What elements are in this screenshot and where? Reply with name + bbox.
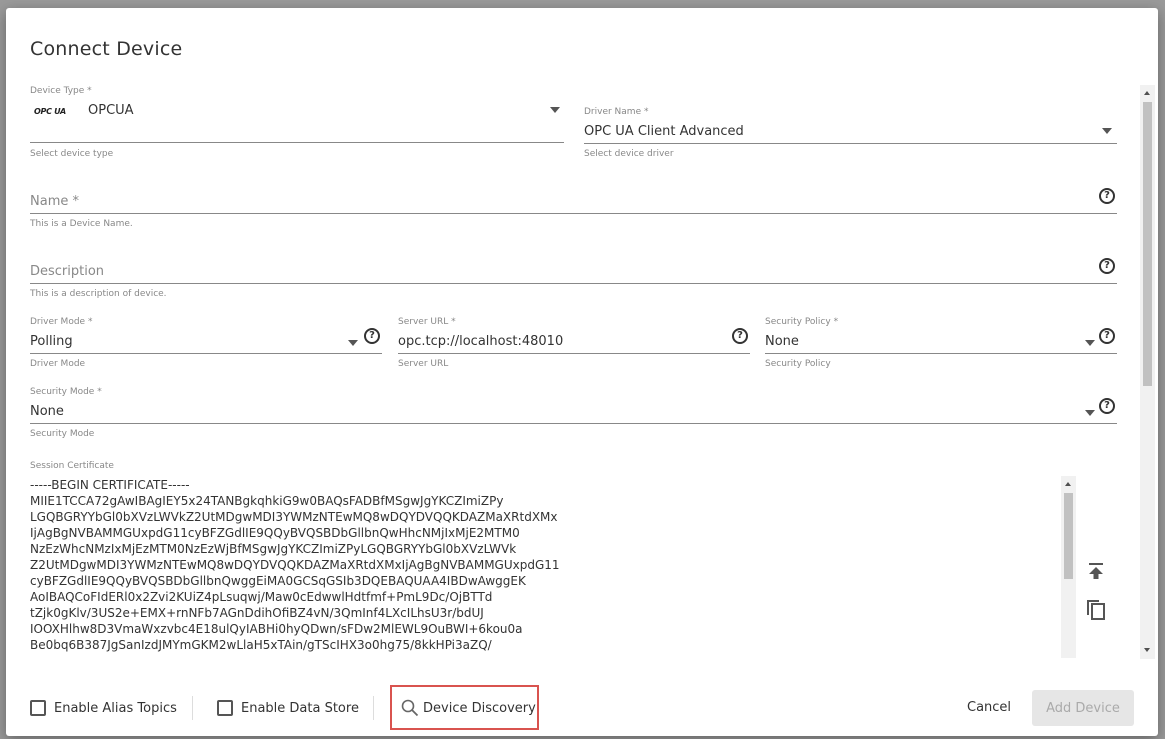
certificate-line: MIIE1TCCA72gAwIBAgIEY5x24TANBgkqhkiG9w0B…: [30, 494, 504, 508]
certificate-line: AoIBAQCoFIdERl0x2Zvi2KUiZ4pLsuqwj/Maw0cE…: [30, 590, 493, 604]
help-icon[interactable]: ?: [1099, 328, 1115, 344]
description-hint: This is a description of device.: [30, 289, 167, 299]
help-icon[interactable]: ?: [732, 328, 748, 344]
checkbox-icon[interactable]: [30, 700, 46, 716]
description-underline: [30, 283, 1117, 284]
security-mode-value: None: [30, 404, 64, 419]
driver-mode-hint: Driver Mode: [30, 359, 86, 369]
certificate-line: tZjk0gKlv/3US2e+EMX+rnNFb7AGnDdihOfiBZ4v…: [30, 606, 484, 620]
device-type-select[interactable]: OPC UA OPCUA: [30, 100, 564, 144]
enable-alias-topics-label: Enable Alias Topics: [54, 700, 177, 716]
security-mode-label: Security Mode *: [30, 387, 102, 397]
certificate-scrollbar[interactable]: [1061, 476, 1076, 658]
certificate-line: LGQBGRYYbGl0bXVzLWVkZ2UtMDgwMDI3YWMzNTEw…: [30, 510, 558, 524]
driver-name-hint: Select device driver: [584, 149, 674, 159]
add-device-button[interactable]: Add Device: [1032, 690, 1134, 726]
driver-mode-select[interactable]: Polling ?: [30, 328, 382, 354]
enable-data-store-label: Enable Data Store: [241, 700, 359, 716]
device-type-label: Device Type *: [30, 86, 92, 96]
driver-mode-underline: [30, 353, 382, 354]
security-policy-value: None: [765, 334, 799, 349]
driver-mode-value: Polling: [30, 334, 73, 349]
connect-device-dialog: Connect Device Device Type * OPC UA OPCU…: [6, 8, 1158, 736]
chevron-down-icon: [550, 107, 560, 113]
search-icon: [401, 699, 419, 717]
scroll-up-arrow-icon[interactable]: [1144, 91, 1150, 95]
upload-icon[interactable]: [1085, 560, 1107, 582]
device-type-value: OPCUA: [88, 103, 134, 118]
help-icon[interactable]: ?: [1099, 258, 1115, 274]
name-input[interactable]: Name * ?: [30, 188, 1117, 214]
footer-divider: [192, 696, 193, 720]
dialog-scrollbar[interactable]: [1140, 85, 1155, 659]
device-type-underline: [30, 142, 564, 143]
server-url-input[interactable]: opc.tcp://localhost:48010 ?: [398, 328, 750, 354]
driver-mode-label: Driver Mode *: [30, 317, 93, 327]
checkbox-icon[interactable]: [217, 700, 233, 716]
security-policy-underline: [765, 353, 1117, 354]
certificate-scrollbar-thumb[interactable]: [1064, 493, 1073, 579]
name-placeholder: Name *: [30, 194, 79, 209]
certificate-line: IjAgBgNVBAMMGUxpdG11cyBFZGdlIE9QQyBVQSBD…: [30, 526, 520, 540]
chevron-down-icon: [1085, 340, 1095, 346]
name-hint: This is a Device Name.: [30, 219, 133, 229]
footer-divider: [373, 696, 374, 720]
help-icon[interactable]: ?: [1099, 398, 1115, 414]
scroll-down-arrow-icon[interactable]: [1144, 648, 1150, 652]
certificate-line: Z2UtMDgwMDI3YWMzNTEwMQ8wDQYDVQQKDAZMaXRt…: [30, 558, 560, 572]
chevron-down-icon: [1085, 410, 1095, 416]
enable-data-store-checkbox[interactable]: Enable Data Store: [217, 698, 359, 718]
security-policy-label: Security Policy *: [765, 317, 839, 327]
driver-name-select[interactable]: OPC UA Client Advanced: [584, 121, 1117, 145]
cancel-button[interactable]: Cancel: [967, 700, 1011, 715]
server-url-underline: [398, 353, 750, 354]
device-discovery-button[interactable]: Device Discovery: [401, 697, 536, 719]
dialog-scrollbar-thumb[interactable]: [1143, 102, 1152, 386]
scroll-up-arrow-icon[interactable]: [1065, 482, 1071, 486]
security-policy-hint: Security Policy: [765, 359, 831, 369]
certificate-line: cyBFZGdlIE9QQyBVQSBDbGllbnQwggEiMA0GCSqG…: [30, 574, 526, 588]
help-icon[interactable]: ?: [1099, 188, 1115, 204]
driver-name-underline: [584, 143, 1117, 144]
description-input[interactable]: Description ?: [30, 258, 1117, 284]
certificate-line: -----BEGIN CERTIFICATE-----: [30, 478, 190, 492]
enable-alias-topics-checkbox[interactable]: Enable Alias Topics: [30, 698, 177, 718]
copy-icon[interactable]: [1085, 598, 1107, 622]
security-mode-select[interactable]: None ?: [30, 398, 1117, 424]
opcua-logo-icon: OPC UA: [34, 107, 66, 116]
device-discovery-label: Device Discovery: [423, 700, 536, 716]
server-url-value: opc.tcp://localhost:48010: [398, 334, 564, 349]
session-certificate-label: Session Certificate: [30, 461, 114, 471]
chevron-down-icon: [348, 340, 358, 346]
certificate-line: IOOXHlhw8D3VmaWxzvbc4E18ulQyIABHi0hyQDwn…: [30, 622, 523, 636]
server-url-hint: Server URL: [398, 359, 449, 369]
driver-name-label: Driver Name *: [584, 107, 649, 117]
certificate-line: NzEzWhcNMzIxMjEzMTM0NzEzWjBfMSgwJgYKCZIm…: [30, 542, 517, 556]
server-url-label: Server URL *: [398, 317, 456, 327]
security-mode-hint: Security Mode: [30, 429, 95, 439]
description-placeholder: Description: [30, 264, 105, 279]
name-underline: [30, 213, 1117, 214]
certificate-line: Be0bq6B387JgSanIzdJMYmGKM2wLlaH5xTAin/gT…: [30, 638, 492, 652]
device-type-hint: Select device type: [30, 149, 114, 159]
dialog-title: Connect Device: [30, 38, 183, 60]
security-mode-underline: [30, 423, 1117, 424]
help-icon[interactable]: ?: [364, 328, 380, 344]
security-policy-select[interactable]: None ?: [765, 328, 1117, 354]
chevron-down-icon: [1102, 128, 1112, 134]
driver-name-value: OPC UA Client Advanced: [584, 124, 744, 139]
session-certificate-textarea[interactable]: -----BEGIN CERTIFICATE----- MIIE1TCCA72gA…: [30, 477, 1060, 657]
